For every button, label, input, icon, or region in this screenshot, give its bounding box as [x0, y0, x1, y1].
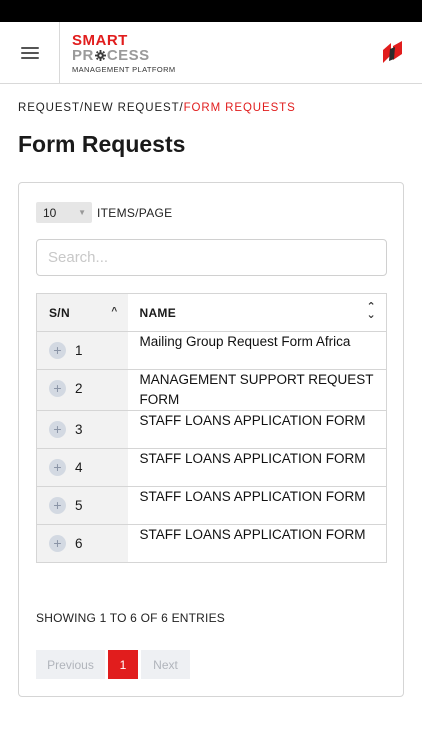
table-header-row: S/N ^ NAME ⌃ ⌄: [36, 293, 387, 332]
row-name[interactable]: STAFF LOANS APPLICATION FORM: [140, 525, 375, 545]
row-sn: 2: [75, 381, 83, 396]
sort-ascending-icon: ^: [111, 306, 118, 317]
row-sn: 6: [75, 536, 83, 551]
row-name[interactable]: STAFF LOANS APPLICATION FORM: [140, 411, 375, 431]
page-size-control: 10 ▼ ITEMS/PAGE: [36, 202, 172, 223]
table-row[interactable]: + 3 STAFF LOANS APPLICATION FORM: [36, 410, 387, 449]
sn-cell: + 6: [36, 524, 128, 563]
sn-cell: + 5: [36, 486, 128, 525]
expand-row-icon[interactable]: +: [49, 497, 66, 514]
app-header: SMART PR CESS MANAGEMENT PLATFORM: [0, 22, 422, 84]
menu-button[interactable]: [0, 22, 60, 83]
row-sn: 1: [75, 343, 83, 358]
next-page-button[interactable]: Next: [141, 650, 190, 679]
column-header-name-label: NAME: [139, 305, 177, 320]
table-row[interactable]: + 5 STAFF LOANS APPLICATION FORM: [36, 486, 387, 525]
breadcrumb-new-request[interactable]: NEW REQUEST/: [84, 102, 184, 114]
breadcrumb: REQUEST/NEW REQUEST/FORM REQUESTS: [18, 102, 296, 114]
sn-cell: + 4: [36, 448, 128, 487]
page-size-label: ITEMS/PAGE: [97, 205, 173, 220]
company-logo-icon: [383, 41, 402, 63]
smart-process-logo[interactable]: SMART PR CESS MANAGEMENT PLATFORM: [72, 33, 192, 75]
row-sn: 3: [75, 422, 83, 437]
logo-line-2-start: PR: [72, 47, 94, 64]
pagination: Previous 1 Next: [36, 650, 190, 679]
table-row[interactable]: + 6 STAFF LOANS APPLICATION FORM: [36, 524, 387, 563]
form-requests-card: 10 ▼ ITEMS/PAGE S/N ^ NAME ⌃⌄: [18, 182, 404, 697]
expand-row-icon[interactable]: +: [49, 380, 66, 397]
row-name[interactable]: Mailing Group Request Form Africa: [140, 332, 375, 352]
table-row[interactable]: + 2 MANAGEMENT SUPPORT REQUEST FORM: [36, 369, 387, 411]
name-cell: STAFF LOANS APPLICATION FORM: [127, 486, 387, 525]
expand-row-icon[interactable]: +: [49, 459, 66, 476]
name-cell: Mailing Group Request Form Africa: [127, 331, 387, 370]
sort-icon: ⌃ ⌄: [366, 301, 376, 321]
logo-line-2-end: CESS: [106, 47, 150, 64]
name-cell: STAFF LOANS APPLICATION FORM: [127, 524, 387, 563]
name-cell: MANAGEMENT SUPPORT REQUEST FORM: [127, 369, 387, 411]
logo-tagline: MANAGEMENT PLATFORM: [72, 65, 176, 74]
search-input[interactable]: [36, 239, 387, 276]
logo-line-2: PR CESS: [72, 48, 192, 63]
table-row[interactable]: + 4 STAFF LOANS APPLICATION FORM: [36, 448, 387, 487]
page-1-button[interactable]: 1: [108, 650, 138, 679]
hamburger-icon: [20, 44, 39, 62]
sn-cell: + 1: [36, 331, 128, 370]
expand-row-icon[interactable]: +: [49, 535, 66, 552]
column-header-sn-label: S/N: [49, 305, 70, 320]
row-sn: 5: [75, 498, 83, 513]
logo-line-1: SMART: [72, 32, 128, 49]
form-requests-table: S/N ^ NAME ⌃ ⌄ + 1 Mailing Group Request…: [36, 293, 387, 563]
row-sn: 4: [75, 460, 83, 475]
column-header-sn[interactable]: S/N ^: [36, 293, 128, 332]
name-cell: STAFF LOANS APPLICATION FORM: [127, 448, 387, 487]
gear-icon: [94, 50, 106, 61]
chevron-down-icon: ▼: [78, 208, 86, 217]
expand-row-icon[interactable]: +: [49, 342, 66, 359]
status-bar: [0, 0, 422, 22]
row-name[interactable]: STAFF LOANS APPLICATION FORM: [140, 487, 375, 507]
name-cell: STAFF LOANS APPLICATION FORM: [127, 410, 387, 449]
page-size-select[interactable]: 10 ▼: [36, 202, 92, 223]
row-name[interactable]: STAFF LOANS APPLICATION FORM: [140, 449, 375, 469]
breadcrumb-request[interactable]: REQUEST/: [18, 102, 84, 114]
table-row[interactable]: + 1 Mailing Group Request Form Africa: [36, 331, 387, 370]
page-size-value: 10: [43, 205, 57, 220]
breadcrumb-form-requests: FORM REQUESTS: [183, 102, 296, 114]
row-name[interactable]: MANAGEMENT SUPPORT REQUEST FORM: [140, 370, 375, 410]
column-header-name[interactable]: NAME ⌃ ⌄: [127, 293, 387, 332]
sn-cell: + 3: [36, 410, 128, 449]
entries-summary: SHOWING 1 TO 6 OF 6 ENTRIES: [36, 611, 225, 625]
sn-cell: + 2: [36, 369, 128, 411]
previous-page-button[interactable]: Previous: [36, 650, 105, 679]
page-title: Form Requests: [18, 131, 186, 157]
expand-row-icon[interactable]: +: [49, 421, 66, 438]
